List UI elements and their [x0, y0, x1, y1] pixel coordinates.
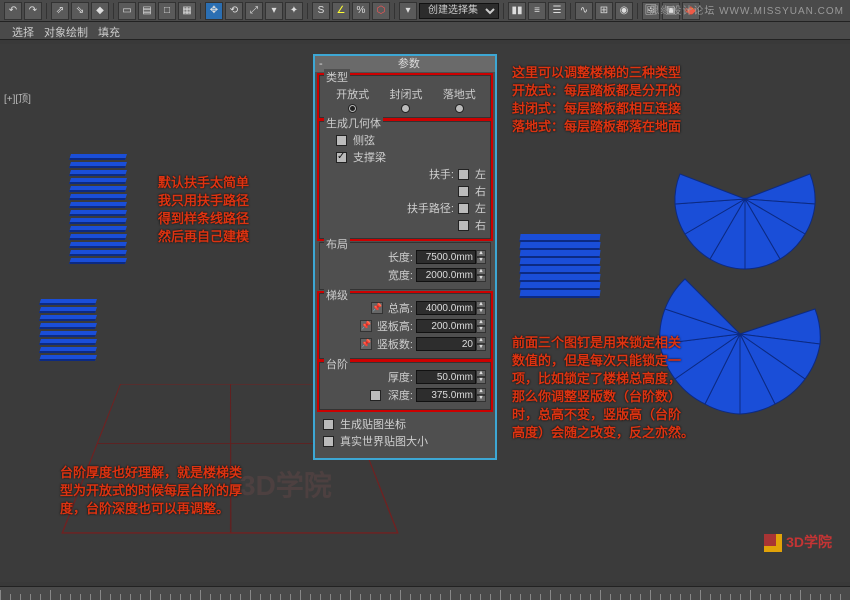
group-rise: 梯级 📌总高:▴▾ 📌竖板高:▴▾ 📌竖板数:▴▾ [319, 293, 491, 359]
tool-link-icon[interactable]: ⇗ [51, 2, 69, 20]
preview-stairs-closed [520, 234, 600, 298]
chk-handrail-right[interactable] [458, 186, 469, 197]
group-gen-label: 生成几何体 [324, 115, 383, 131]
group-layout: 布局 长度:▴▾ 宽度:▴▾ [319, 242, 491, 290]
input-riser-count[interactable] [416, 337, 476, 351]
group-steps-label: 台阶 [324, 356, 350, 372]
tool-align-icon[interactable]: ≡ [528, 2, 546, 20]
tool-layers-icon[interactable]: ☰ [548, 2, 566, 20]
chk-stringers[interactable] [336, 135, 347, 146]
tool-percent-snap-icon[interactable]: % [352, 2, 370, 20]
chk-handrail-left[interactable] [458, 169, 469, 180]
tool-angle-snap-icon[interactable]: ∠ [332, 2, 350, 20]
pin-riser-ht-icon[interactable]: 📌 [360, 320, 372, 332]
ribbon-tab-paint[interactable]: 对象绘制 [44, 24, 88, 37]
radio-open[interactable]: 开放式 [326, 86, 379, 113]
spin-up-icon[interactable]: ▴ [476, 250, 486, 257]
ribbon-tab-select[interactable]: 选择 [12, 24, 34, 37]
chk-railpath-left[interactable] [458, 203, 469, 214]
tool-sel-set-icon[interactable]: ▾ [399, 2, 417, 20]
annotation-left: 默认扶手太简单 我只用扶手路径 得到样条线路径 然后再自己建模 [158, 174, 298, 246]
group-rise-label: 梯级 [324, 287, 350, 303]
group-generate-geom: 生成几何体 侧弦 支撑梁 扶手:左 右 扶手路径:左 右 [319, 121, 491, 239]
group-steps: 台阶 厚度:▴▾ 深度:▴▾ [319, 362, 491, 410]
tool-bind-icon[interactable]: ◆ [91, 2, 109, 20]
params-panel: -参数 类型 开放式 封闭式 落地式 生成几何体 侧弦 支撑梁 扶手:左 右 扶… [313, 54, 497, 460]
selection-set-dropdown[interactable]: 创建选择集 [419, 3, 499, 19]
radio-closed[interactable]: 封闭式 [379, 86, 432, 113]
annotation-right-mid: 前面三个图钉是用来锁定相关 数值的，但是每次只能锁定一 项，比如锁定了楼梯总高度… [512, 334, 822, 442]
group-type-label: 类型 [324, 69, 350, 85]
tool-snap-icon[interactable]: S [312, 2, 330, 20]
tool-move-icon[interactable]: ✥ [205, 2, 223, 20]
chk-carriage[interactable] [336, 152, 347, 163]
ribbon-bar: 选择 对象绘制 填充 [0, 22, 850, 40]
chk-real-world-map[interactable] [323, 436, 334, 447]
chk-gen-map-coords[interactable] [323, 419, 334, 430]
spin-down-icon[interactable]: ▾ [476, 257, 486, 264]
tool-redo-icon[interactable]: ↷ [24, 2, 42, 20]
preview-stairs-spiral1 [670, 124, 820, 274]
pin-overall-icon[interactable]: 📌 [371, 302, 383, 314]
watermark-text: 思缘设计论坛 WWW.MISSYUAN.COM [649, 2, 844, 17]
tool-unlink-icon[interactable]: ⇘ [71, 2, 89, 20]
radio-box[interactable]: 落地式 [433, 86, 486, 113]
input-width[interactable] [416, 268, 476, 282]
tool-spinner-snap-icon[interactable]: ⬡ [372, 2, 390, 20]
input-length[interactable] [416, 250, 476, 264]
ribbon-tab-fill[interactable]: 填充 [98, 24, 120, 37]
chk-depth[interactable] [370, 390, 381, 401]
tool-select-name-icon[interactable]: ▤ [138, 2, 156, 20]
tool-undo-icon[interactable]: ↶ [4, 2, 22, 20]
tool-manip-icon[interactable]: ✦ [285, 2, 303, 20]
tool-schematic-icon[interactable]: ⊞ [595, 2, 613, 20]
tool-rotate-icon[interactable]: ⟲ [225, 2, 243, 20]
logo-3d-college: 3D学院 [764, 532, 832, 552]
preview-stairs-open2 [40, 299, 96, 363]
time-ruler[interactable] [0, 586, 850, 600]
input-depth[interactable] [416, 388, 476, 402]
annotation-bottom: 台阶厚度也好理解，就是楼梯类 型为开放式的时候每层台阶的厚 度，台阶深度也可以再… [60, 464, 310, 518]
pin-riser-ct-icon[interactable]: 📌 [360, 338, 372, 350]
chk-railpath-right[interactable] [458, 220, 469, 231]
tool-scale-icon[interactable]: ⤢ [245, 2, 263, 20]
preview-stairs-open [70, 154, 126, 266]
tool-select-icon[interactable]: ▭ [118, 2, 136, 20]
input-overall-height[interactable] [416, 301, 476, 315]
annotation-right-top: 这里可以调整楼梯的三种类型 开放式：每层踏板都是分开的 封闭式：每层踏板都相互连… [512, 64, 812, 136]
tool-rect-select-icon[interactable]: □ [158, 2, 176, 20]
input-riser-height[interactable] [416, 319, 476, 333]
tool-window-cross-icon[interactable]: ▦ [178, 2, 196, 20]
input-thickness[interactable] [416, 370, 476, 384]
viewport-label[interactable]: [+][顶] [4, 90, 31, 105]
group-type: 类型 开放式 封闭式 落地式 [319, 75, 491, 118]
tool-material-icon[interactable]: ◉ [615, 2, 633, 20]
group-layout-label: 布局 [324, 236, 350, 252]
tool-curve-editor-icon[interactable]: ∿ [575, 2, 593, 20]
tool-mirror-icon[interactable]: ▮▮ [508, 2, 526, 20]
tool-refsys-icon[interactable]: ▾ [265, 2, 283, 20]
